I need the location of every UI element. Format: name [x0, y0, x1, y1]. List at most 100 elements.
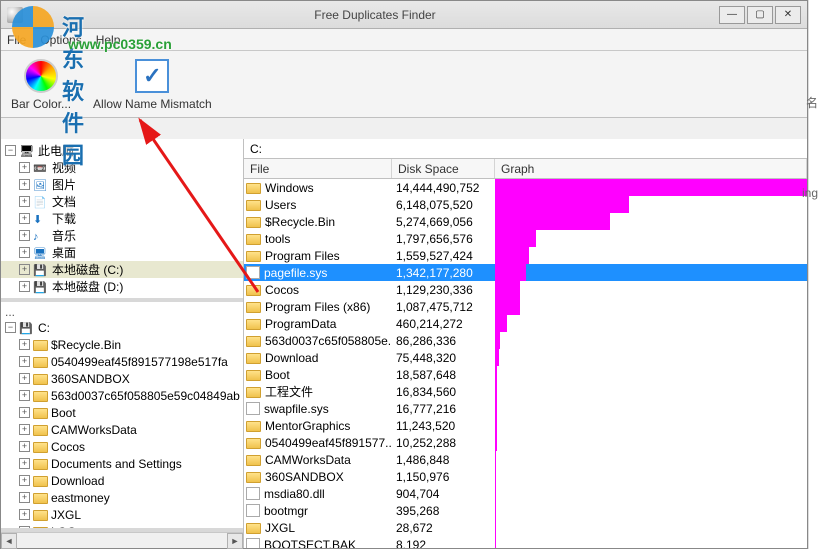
list-row[interactable]: Download75,448,320 — [244, 349, 807, 366]
expand-icon[interactable]: + — [19, 373, 30, 384]
expand-icon[interactable]: + — [19, 339, 30, 350]
expand-icon[interactable]: + — [19, 213, 30, 224]
expand-icon[interactable]: + — [19, 230, 30, 241]
tree-bottom[interactable]: ...−C:+$Recycle.Bin+0540499eaf45f8915771… — [1, 302, 243, 532]
tree-node[interactable]: +Boot — [1, 404, 243, 421]
list-row[interactable]: bootmgr395,268 — [244, 502, 807, 519]
expand-icon[interactable]: + — [19, 196, 30, 207]
expand-icon[interactable]: + — [19, 407, 30, 418]
list-row[interactable]: Cocos1,129,230,336 — [244, 281, 807, 298]
expand-icon[interactable]: + — [19, 475, 30, 486]
list-row[interactable]: Program Files1,559,527,424 — [244, 247, 807, 264]
tree-node[interactable]: +563d0037c65f058805e59c04849ab — [1, 387, 243, 404]
cell-disk-space: 86,286,336 — [392, 334, 495, 348]
list-row[interactable]: 0540499eaf45f891577...10,252,288 — [244, 434, 807, 451]
scroll-left-icon[interactable]: ◄ — [1, 533, 17, 549]
close-button[interactable]: ✕ — [775, 6, 801, 24]
tree-node[interactable]: +本地磁盘 (D:) — [1, 278, 243, 295]
expand-icon[interactable]: + — [19, 509, 30, 520]
expand-icon[interactable]: + — [19, 162, 30, 173]
tree-node[interactable]: +Download — [1, 472, 243, 489]
minimize-button[interactable]: — — [719, 6, 745, 24]
list-row[interactable]: swapfile.sys16,777,216 — [244, 400, 807, 417]
tree-node-root[interactable]: −此电脑 — [1, 142, 243, 159]
tree-node[interactable]: +Cocos — [1, 438, 243, 455]
size-bar — [495, 213, 610, 230]
file-name: CAMWorksData — [265, 453, 351, 467]
expand-icon[interactable]: + — [19, 281, 30, 292]
list-row[interactable]: Boot18,587,648 — [244, 366, 807, 383]
tree-node[interactable]: +eastmoney — [1, 489, 243, 506]
list-row[interactable]: 工程文件16,834,560 — [244, 383, 807, 400]
list-row[interactable]: msdia80.dll904,704 — [244, 485, 807, 502]
tree-node[interactable]: +桌面 — [1, 244, 243, 261]
tree-node[interactable]: + 本地磁盘 (C:) — [1, 261, 243, 278]
expand-icon[interactable]: + — [19, 264, 30, 275]
expand-icon[interactable]: + — [19, 179, 30, 190]
list-row[interactable]: pagefile.sys1,342,177,280 — [244, 264, 807, 281]
cell-file: $Recycle.Bin — [244, 215, 392, 229]
list-row[interactable]: JXGL28,672 — [244, 519, 807, 536]
collapse-icon[interactable]: − — [5, 322, 16, 333]
expand-icon[interactable]: + — [19, 458, 30, 469]
tree-node[interactable]: + 视频 — [1, 159, 243, 176]
list-row[interactable]: BOOTSECT.BAK8,192 — [244, 536, 807, 548]
tree-node[interactable]: +360SANDBOX — [1, 370, 243, 387]
tree-node-root[interactable]: −C: — [1, 319, 243, 336]
tree-node[interactable]: +$Recycle.Bin — [1, 336, 243, 353]
expand-icon[interactable]: + — [19, 390, 30, 401]
tree-node[interactable]: +音乐 — [1, 227, 243, 244]
scroll-track[interactable] — [17, 533, 227, 548]
cell-disk-space: 75,448,320 — [392, 351, 495, 365]
size-bar — [495, 298, 520, 315]
menu-help[interactable]: Help — [96, 33, 121, 47]
tree-node[interactable]: +LOG — [1, 523, 243, 532]
list-row[interactable]: tools1,797,656,576 — [244, 230, 807, 247]
cell-file: ProgramData — [244, 317, 392, 331]
tree-node[interactable]: +下载 — [1, 210, 243, 227]
collapse-icon[interactable]: − — [5, 145, 16, 156]
cell-disk-space: 1,129,230,336 — [392, 283, 495, 297]
tool-allow-mismatch[interactable]: Allow Name Mismatch — [93, 59, 212, 111]
tree-node[interactable]: +图片 — [1, 176, 243, 193]
tree-top[interactable]: −此电脑+视频+图片+文档+下载+音乐+桌面+本地磁盘 (C:)+本地磁盘 (D… — [1, 139, 243, 302]
titlebar[interactable]: Free Duplicates Finder — ▢ ✕ — [1, 1, 807, 29]
expand-icon[interactable]: + — [19, 424, 30, 435]
left-scrollbar[interactable]: ◄ ► — [1, 532, 243, 548]
list-row[interactable]: 563d0037c65f058805e...86,286,336 — [244, 332, 807, 349]
tree-label: 本地磁盘 (C:) — [52, 261, 123, 278]
tree-node[interactable]: +JXGL — [1, 506, 243, 523]
scroll-right-icon[interactable]: ► — [227, 533, 243, 549]
tree-node[interactable]: +CAMWorksData — [1, 421, 243, 438]
list-row[interactable]: Windows14,444,490,752 — [244, 179, 807, 196]
tool-bar-color[interactable]: Bar Color... — [11, 59, 71, 111]
list-row[interactable]: ProgramData460,214,272 — [244, 315, 807, 332]
expand-icon[interactable]: + — [19, 356, 30, 367]
col-header-disk[interactable]: Disk Space — [392, 159, 495, 178]
list-row[interactable]: MentorGraphics11,243,520 — [244, 417, 807, 434]
tree-label: 视频 — [52, 159, 76, 176]
cell-graph — [495, 451, 807, 468]
tree-node[interactable]: +Documents and Settings — [1, 455, 243, 472]
expand-icon[interactable]: + — [19, 441, 30, 452]
list-row[interactable]: $Recycle.Bin5,274,669,056 — [244, 213, 807, 230]
col-header-graph[interactable]: Graph — [495, 159, 807, 178]
list-row[interactable]: Users6,148,075,520 — [244, 196, 807, 213]
menu-options[interactable]: Options — [40, 33, 81, 47]
dl-icon — [33, 212, 49, 225]
menu-file[interactable]: File — [7, 33, 26, 47]
expand-icon[interactable]: + — [19, 247, 30, 258]
folder-icon — [246, 336, 261, 347]
file-name: JXGL — [265, 521, 295, 535]
maximize-button[interactable]: ▢ — [747, 6, 773, 24]
list-row[interactable]: Program Files (x86)1,087,475,712 — [244, 298, 807, 315]
expand-icon[interactable]: + — [19, 492, 30, 503]
file-list[interactable]: Windows14,444,490,752Users6,148,075,520$… — [244, 179, 807, 548]
cell-file: pagefile.sys — [244, 266, 392, 280]
img-icon — [33, 178, 49, 191]
list-row[interactable]: CAMWorksData1,486,848 — [244, 451, 807, 468]
col-header-file[interactable]: File — [244, 159, 392, 178]
tree-node[interactable]: +文档 — [1, 193, 243, 210]
list-row[interactable]: 360SANDBOX1,150,976 — [244, 468, 807, 485]
tree-node[interactable]: +0540499eaf45f891577198e517fa — [1, 353, 243, 370]
